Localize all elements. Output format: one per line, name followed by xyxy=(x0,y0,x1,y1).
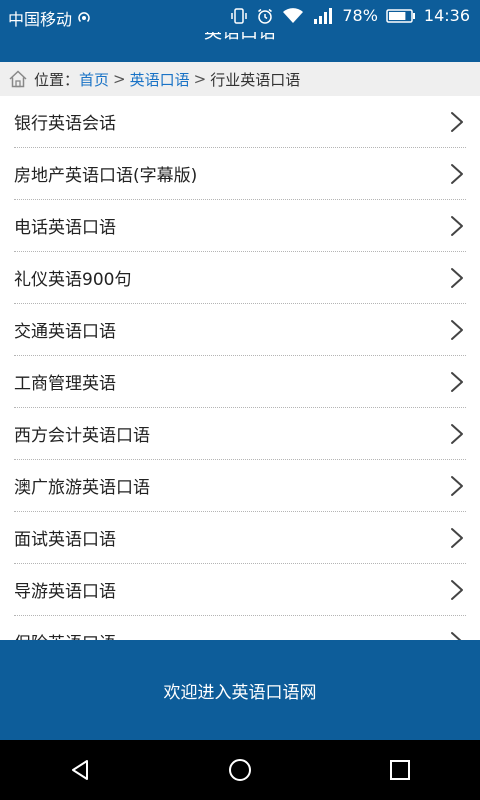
list-item[interactable]: 保险英语口语 xyxy=(14,616,466,640)
list-item[interactable]: 工商管理英语 xyxy=(14,356,466,408)
list-item-label: 导游英语口语 xyxy=(14,582,116,602)
chevron-right-icon xyxy=(450,267,464,289)
chevron-right-icon xyxy=(450,111,464,133)
chevron-right-icon xyxy=(450,371,464,393)
list-item[interactable]: 房地产英语口语(字幕版) xyxy=(14,148,466,200)
list-item[interactable]: 面试英语口语 xyxy=(14,512,466,564)
home-circle-icon xyxy=(227,757,253,783)
wifi-icon xyxy=(282,7,304,25)
list-item-label: 电话英语口语 xyxy=(14,218,116,238)
chevron-right-icon xyxy=(450,475,464,497)
breadcrumb-separator: > xyxy=(113,70,126,88)
carrier-label: 中国移动 xyxy=(8,10,73,29)
back-button[interactable] xyxy=(32,745,128,795)
chevron-right-icon xyxy=(450,579,464,601)
chevron-right-icon xyxy=(450,423,464,445)
battery-icon xyxy=(386,8,416,24)
chevron-right-icon xyxy=(450,163,464,185)
list-item[interactable]: 礼仪英语900句 xyxy=(14,252,466,304)
list-item[interactable]: 澳广旅游英语口语 xyxy=(14,460,466,512)
breadcrumb-home-link[interactable]: 首页 xyxy=(79,69,109,90)
home-icon[interactable] xyxy=(8,69,28,89)
alarm-icon xyxy=(256,7,274,25)
list-item[interactable]: 导游英语口语 xyxy=(14,564,466,616)
vibrate-icon xyxy=(230,7,248,25)
list-item-label: 交通英语口语 xyxy=(14,322,116,342)
list-item-label: 工商管理英语 xyxy=(14,374,116,394)
recents-icon xyxy=(387,757,413,783)
status-right: 78% 14:36 xyxy=(230,6,470,25)
list-item-label: 银行英语会话 xyxy=(14,114,116,134)
chevron-right-icon xyxy=(450,215,464,237)
clock-time: 14:36 xyxy=(423,6,470,25)
chevron-right-icon xyxy=(450,631,464,640)
status-bar: 中国移动 78% 14:36 xyxy=(0,0,480,32)
hotspot-icon xyxy=(76,10,92,26)
app-screen: 中国移动 78% 14:36 英语口语 位置： 首页 > 英语口语 > 行业英语… xyxy=(0,0,480,800)
status-left: 中国移动 xyxy=(8,6,92,30)
list-item[interactable]: 银行英语会话 xyxy=(14,96,466,148)
list-item-label: 澳广旅游英语口语 xyxy=(14,478,150,498)
back-icon xyxy=(67,757,93,783)
list-item[interactable]: 西方会计英语口语 xyxy=(14,408,466,460)
breadcrumb: 位置： 首页 > 英语口语 > 行业英语口语 xyxy=(0,62,480,96)
list-item-label: 保险英语口语 xyxy=(14,629,116,640)
category-list: 银行英语会话房地产英语口语(字幕版) 电话英语口语 礼仪英语900句 交通英语口语 工商… xyxy=(0,96,480,640)
footer-text: 欢迎进入英语口语网 xyxy=(163,682,317,703)
home-button[interactable] xyxy=(192,745,288,795)
recents-button[interactable] xyxy=(352,745,448,795)
list-item-label: 礼仪英语900句 xyxy=(14,270,132,290)
list-item[interactable]: 交通英语口语 xyxy=(14,304,466,356)
list-item-label: 房地产英语口语(字幕版) xyxy=(14,166,198,186)
footer-banner: 欢迎进入英语口语网 xyxy=(0,640,480,740)
breadcrumb-prefix: 位置： xyxy=(34,70,80,89)
system-nav-bar xyxy=(0,740,480,800)
breadcrumb-separator: > xyxy=(193,70,207,88)
chevron-right-icon xyxy=(450,319,464,341)
breadcrumb-category-link[interactable]: 英语口语 xyxy=(130,69,190,90)
battery-percent: 78% xyxy=(342,6,378,25)
list-item[interactable]: 电话英语口语 xyxy=(14,200,466,252)
chevron-right-icon xyxy=(450,527,464,549)
list-item-label: 面试英语口语 xyxy=(14,530,116,550)
app-header: 英语口语 xyxy=(0,32,480,62)
list-item-label: 西方会计英语口语 xyxy=(14,426,150,446)
breadcrumb-current: 行业英语口语 xyxy=(210,70,301,89)
signal-icon xyxy=(312,7,334,25)
app-header-title: 英语口语 xyxy=(204,32,276,43)
